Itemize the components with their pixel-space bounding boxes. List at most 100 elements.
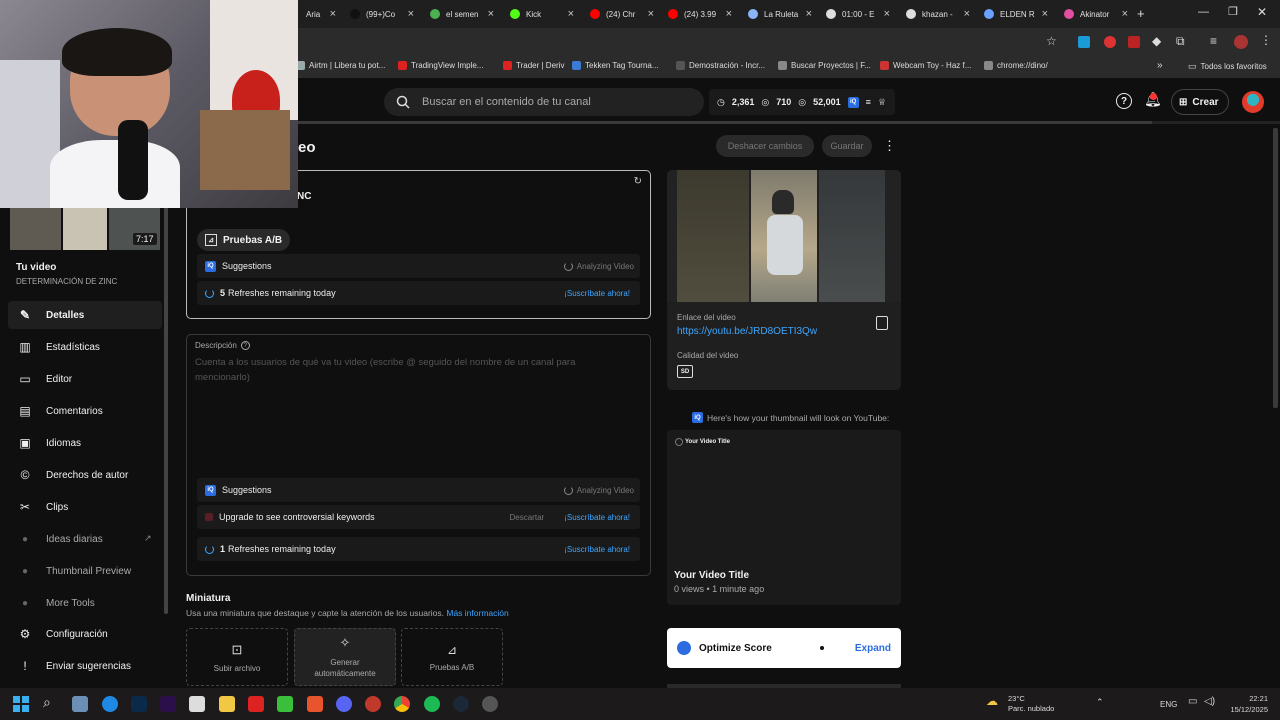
sidebar-scrollbar[interactable] (164, 174, 168, 614)
page-scrollbar[interactable] (1273, 128, 1278, 408)
browser-tab[interactable]: Akinator × (1058, 4, 1132, 24)
save-button[interactable]: Guardar (822, 135, 872, 157)
edge-icon[interactable] (102, 696, 118, 712)
clock[interactable]: 22:21 15/12/2025 (1224, 693, 1268, 715)
photoshop-icon[interactable] (131, 696, 147, 712)
browser-tab[interactable]: el semen × (424, 4, 498, 24)
sidebar-item[interactable]: ! Enviar sugerencias (8, 652, 162, 680)
ab-test-button[interactable]: ⊿ Pruebas A/B (197, 229, 291, 251)
search-input[interactable]: Buscar en el contenido de tu canal (384, 88, 704, 116)
bookmark-item[interactable]: Airtm | Libera tu pot... (296, 61, 385, 70)
thumbnail-ab-test-button[interactable]: ⊿ Pruebas A/B (401, 628, 503, 686)
more-options-kebab-icon[interactable]: ⋮ (883, 138, 896, 154)
restore-button[interactable]: ❐ (1228, 5, 1238, 18)
all-bookmarks-folder[interactable]: ▭ Todos los favoritos (1188, 61, 1267, 72)
file-explorer-icon[interactable] (219, 696, 235, 712)
refresh-icon[interactable]: ↻ (634, 176, 642, 187)
help-icon[interactable]: ? (1116, 93, 1132, 109)
bookmark-item[interactable]: Buscar Proyectos | F... (778, 61, 871, 70)
tab-close-icon[interactable]: × (648, 8, 658, 20)
browser-tab[interactable]: (99+)Co × (344, 4, 418, 24)
browser-tab[interactable]: La Ruleta × (742, 4, 816, 24)
bookmark-item[interactable]: TradingView Imple... (398, 61, 483, 70)
extension-icon[interactable]: ◆ (1152, 34, 1161, 48)
external-link-icon[interactable]: ↗ (144, 533, 152, 544)
help-circle-icon[interactable]: ? (240, 341, 250, 350)
browser-tab[interactable]: 01:00 - E × (820, 4, 894, 24)
reading-list-icon[interactable]: ≡ (1210, 34, 1217, 48)
close-window-button[interactable]: ✕ (1257, 5, 1267, 19)
upload-thumbnail-button[interactable]: ⊡ Subir archivo (186, 628, 288, 686)
title-field-text[interactable]: NC (297, 191, 311, 202)
tab-close-icon[interactable]: × (884, 8, 894, 20)
copy-link-icon[interactable] (876, 316, 888, 330)
bookmark-item[interactable]: chrome://dino/ (984, 61, 1048, 70)
sidebar-item[interactable]: ▤ Comentarios (8, 397, 162, 425)
browser-tab[interactable]: (24) 3.99 × (662, 4, 736, 24)
minecraft-icon[interactable] (277, 696, 293, 712)
discard-button[interactable]: Descartar (510, 513, 545, 522)
tab-close-icon[interactable]: × (1122, 8, 1132, 20)
undo-changes-button[interactable]: Deshacer cambios (716, 135, 814, 157)
tab-close-icon[interactable]: × (408, 8, 418, 20)
tab-close-icon[interactable]: × (964, 8, 974, 20)
auto-generate-thumbnail-button[interactable]: ✧ Generar automáticamente (294, 628, 396, 686)
extension-icon[interactable] (1128, 36, 1140, 48)
sidebar-item[interactable]: ✂ Clips (8, 493, 162, 521)
video-link[interactable]: https://youtu.be/JRD8OETI3Qw (677, 326, 817, 337)
channel-stats-widget[interactable]: ◷ 2,361 ◎ 710 ◎ 52,001 iQ ≡ ♕ (709, 89, 895, 115)
profile-avatar[interactable] (1234, 35, 1248, 49)
new-tab-button[interactable]: + (1137, 6, 1145, 21)
bookmark-item[interactable]: Tekken Tag Tourna... (572, 61, 659, 70)
browser-tab[interactable]: Kick × (504, 4, 578, 24)
sidebar-item[interactable]: ▥ Estadísticas (8, 333, 162, 361)
sidebar-item[interactable]: ✎ Detalles (8, 301, 162, 329)
taskbar-app-icon[interactable] (248, 696, 264, 712)
chrome-icon[interactable] (394, 696, 410, 712)
more-info-link[interactable]: Más información (446, 608, 508, 618)
tab-close-icon[interactable]: × (806, 8, 816, 20)
taskbar-app-icon[interactable] (72, 696, 88, 712)
extension-icon[interactable] (1078, 36, 1090, 48)
sidebar-item[interactable]: ⚙ Configuración (8, 620, 162, 648)
spotify-icon[interactable] (424, 696, 440, 712)
network-icon[interactable]: ▭ (1188, 696, 1197, 707)
tab-close-icon[interactable]: × (726, 8, 736, 20)
description-textarea[interactable]: Cuenta a los usuarios de qué va tu video… (195, 355, 615, 385)
more-bookmarks-chevron-icon[interactable]: » (1157, 60, 1163, 71)
bookmark-item[interactable]: Demostración - Incr... (676, 61, 765, 70)
tab-close-icon[interactable]: × (568, 8, 578, 20)
language-indicator[interactable]: ENG (1160, 700, 1177, 709)
browser-tab[interactable]: Aria × (300, 4, 340, 24)
taskbar-search-icon[interactable]: ⌕ (43, 694, 51, 711)
create-button[interactable]: ⊞ Crear (1171, 89, 1229, 115)
tab-close-icon[interactable]: × (1042, 8, 1052, 20)
sidebar-item[interactable]: ▣ Idiomas (8, 429, 162, 457)
subscribe-link[interactable]: ¡Suscríbate ahora! (564, 545, 630, 554)
subscribe-link[interactable]: ¡Suscríbate ahora! (564, 289, 630, 298)
expand-button[interactable]: Expand (855, 643, 891, 654)
bookmark-item[interactable]: Trader | Deriv (503, 61, 564, 70)
premiere-icon[interactable] (160, 696, 176, 712)
taskbar-app-icon[interactable] (365, 696, 381, 712)
sidebar-item[interactable]: ● Ideas diarias (8, 525, 162, 553)
browser-tab[interactable]: (24) Chr × (584, 4, 658, 24)
minimize-button[interactable]: — (1198, 6, 1209, 18)
weather-widget[interactable]: 23°C Parc. nublado (1008, 694, 1054, 714)
discord-icon[interactable] (336, 696, 352, 712)
tray-chevron-icon[interactable]: ⌃ (1096, 697, 1104, 708)
taskbar-app-icon[interactable] (189, 696, 205, 712)
browser-tab[interactable]: khazan - × (900, 4, 974, 24)
browser-tab[interactable]: ELDEN R × (978, 4, 1052, 24)
sidebar-item[interactable]: ▭ Editor (8, 365, 162, 393)
bookmark-star-icon[interactable]: ☆ (1046, 34, 1057, 48)
tab-close-icon[interactable]: × (488, 8, 498, 20)
taskbar-app-icon[interactable] (482, 696, 498, 712)
brave-icon[interactable] (307, 696, 323, 712)
tab-close-icon[interactable]: × (330, 8, 340, 20)
sidebar-item[interactable]: ● Thumbnail Preview (8, 557, 162, 585)
steam-icon[interactable] (453, 696, 469, 712)
sidebar-item[interactable]: ● More Tools (8, 589, 162, 617)
windows-start-icon[interactable] (13, 696, 29, 712)
extension-icon[interactable] (1104, 36, 1116, 48)
